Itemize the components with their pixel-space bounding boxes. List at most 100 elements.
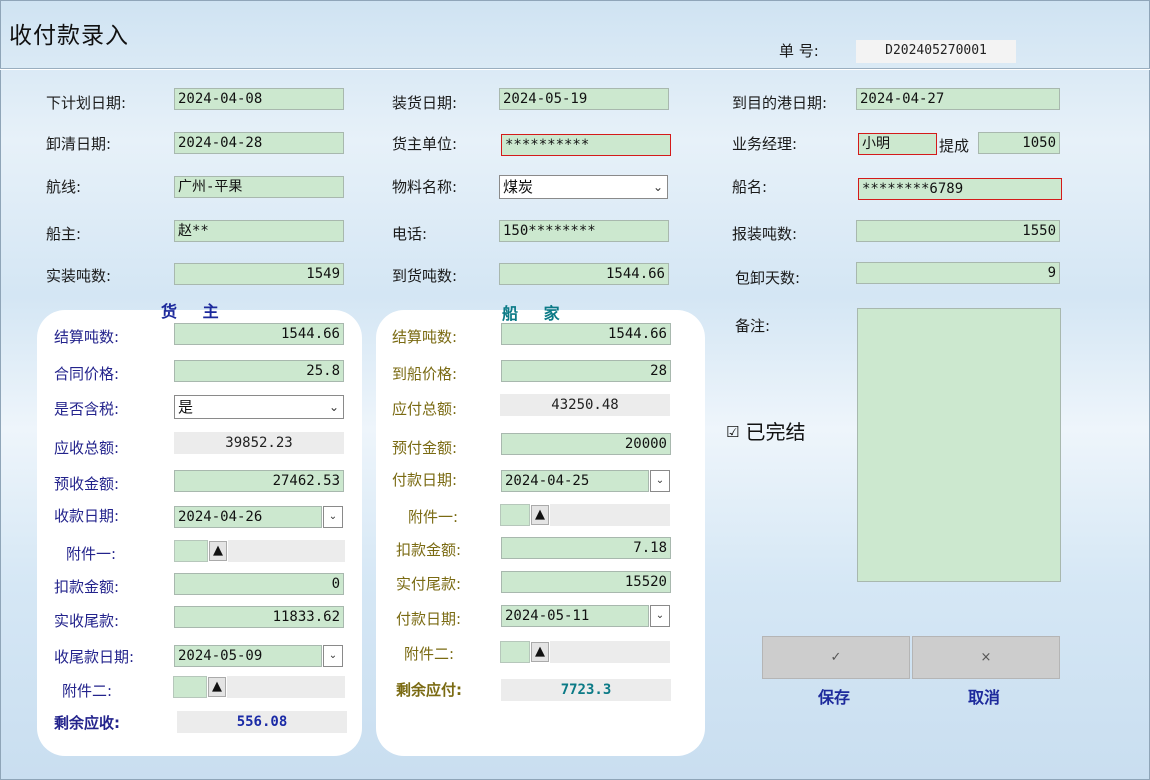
- ship-attachment1: ▲: [500, 504, 670, 526]
- ship-deduct-label: 扣款金额:: [396, 541, 462, 559]
- attachment-path: [550, 504, 670, 526]
- ship-remain-value: 7723.3: [501, 679, 671, 701]
- shipper-field[interactable]: **********: [501, 134, 671, 156]
- actual-tons-field[interactable]: 1549: [174, 263, 344, 285]
- arrived-tons-field[interactable]: 1544.66: [499, 263, 669, 285]
- cargo-prepaid-label: 预收金额:: [54, 475, 120, 493]
- cargo-prepaid-field[interactable]: 27462.53: [174, 470, 344, 492]
- ship-price-field[interactable]: 28: [501, 360, 671, 382]
- attachment-thumbnail[interactable]: [500, 504, 530, 526]
- ship-balance-field[interactable]: 15520: [501, 571, 671, 593]
- cancel-button-label[interactable]: 取消: [968, 684, 1000, 708]
- cargo-total-label: 应收总额:: [54, 439, 120, 457]
- ship-prepaid-label: 预付金额:: [392, 439, 458, 457]
- manager-field[interactable]: 小明: [858, 133, 937, 155]
- plan-date-label: 下计划日期:: [46, 94, 127, 112]
- completed-checkbox[interactable]: ☑ 已完结: [726, 416, 805, 445]
- upload-arrow-icon[interactable]: ▲: [208, 677, 226, 697]
- material-value: 煤炭: [503, 178, 534, 196]
- commission-label: 提成: [939, 137, 970, 155]
- attachment-thumbnail[interactable]: [500, 641, 530, 663]
- arrive-date-label: 到目的港日期:: [732, 94, 828, 112]
- declared-tons-label: 报装吨数:: [732, 225, 798, 243]
- cargo-balance-date-field[interactable]: 2024-05-09: [174, 645, 322, 667]
- cancel-button[interactable]: ×: [912, 636, 1060, 679]
- attachment-path: [228, 540, 345, 562]
- notes-label: 备注:: [735, 317, 771, 335]
- plan-date-field[interactable]: 2024-04-08: [174, 88, 344, 110]
- arrive-date-field[interactable]: 2024-04-27: [856, 88, 1060, 110]
- days-field[interactable]: 9: [856, 262, 1060, 284]
- close-icon: ×: [980, 650, 992, 665]
- declared-tons-field[interactable]: 1550: [856, 220, 1060, 242]
- cargo-remain-label: 剩余应收:: [54, 714, 120, 732]
- attachment-path: [550, 641, 670, 663]
- upload-arrow-icon[interactable]: ▲: [531, 642, 549, 662]
- cargo-balance-label: 实收尾款:: [54, 612, 120, 630]
- ship-att1-label: 附件一:: [408, 508, 459, 526]
- header-divider: [0, 68, 1150, 70]
- cargo-settle-tons-field[interactable]: 1544.66: [174, 323, 344, 345]
- calendar-dropdown-icon[interactable]: ⌄: [323, 506, 343, 528]
- phone-label: 电话:: [392, 225, 428, 243]
- route-field[interactable]: 广州-平果: [174, 176, 344, 198]
- ship-balance-label: 实付尾款:: [396, 575, 462, 593]
- ship-att2-label: 附件二:: [404, 645, 455, 663]
- chevron-down-icon: ⌄: [328, 400, 339, 414]
- upload-arrow-icon[interactable]: ▲: [209, 541, 227, 561]
- ship-owner-title: 船 家: [502, 304, 570, 323]
- check-icon: ✓: [830, 650, 842, 665]
- completed-label: 已完结: [745, 420, 806, 444]
- ship-pay-date-field[interactable]: 2024-04-25: [501, 470, 649, 492]
- checkbox-checked-icon: ☑: [726, 423, 740, 441]
- cargo-price-field[interactable]: 25.8: [174, 360, 344, 382]
- ship-prepaid-field[interactable]: 20000: [501, 433, 671, 455]
- order-no-label: 单 号:: [779, 42, 819, 60]
- attachment-thumbnail[interactable]: [173, 676, 207, 698]
- owner-field[interactable]: 赵**: [174, 220, 344, 242]
- ship-name-field[interactable]: ********6789: [858, 178, 1062, 200]
- cargo-deduct-field[interactable]: 0: [174, 573, 344, 595]
- calendar-dropdown-icon[interactable]: ⌄: [650, 470, 670, 492]
- chevron-down-icon: ⌄: [652, 180, 663, 194]
- calendar-dropdown-icon[interactable]: ⌄: [323, 645, 343, 667]
- cargo-total-value: 39852.23: [174, 432, 344, 454]
- unload-date-field[interactable]: 2024-04-28: [174, 132, 344, 154]
- notes-textarea[interactable]: [857, 308, 1061, 582]
- cargo-attachment1: ▲: [174, 540, 345, 562]
- owner-label: 船主:: [46, 225, 82, 243]
- cargo-balance-date-label: 收尾款日期:: [54, 648, 135, 666]
- upload-arrow-icon[interactable]: ▲: [531, 505, 549, 525]
- cargo-price-label: 合同价格:: [54, 365, 120, 383]
- calendar-dropdown-icon[interactable]: ⌄: [650, 605, 670, 627]
- commission-field[interactable]: 1050: [978, 132, 1060, 154]
- phone-field[interactable]: 150********: [499, 220, 669, 242]
- material-select[interactable]: 煤炭 ⌄: [499, 175, 668, 199]
- cargo-remain-value: 556.08: [177, 711, 347, 733]
- ship-settle-tons-field[interactable]: 1544.66: [501, 323, 671, 345]
- unload-date-label: 卸清日期:: [46, 135, 112, 153]
- ship-pay-date-label: 付款日期:: [392, 471, 458, 489]
- ship-settle-tons-label: 结算吨数:: [392, 328, 458, 346]
- cargo-receive-date-label: 收款日期:: [54, 507, 120, 525]
- cargo-owner-title: 货 主: [161, 302, 229, 321]
- cargo-deduct-label: 扣款金额:: [54, 578, 120, 596]
- material-label: 物料名称:: [392, 178, 458, 196]
- cargo-attachment2: ▲: [173, 676, 345, 698]
- cargo-tax-label: 是否含税:: [54, 400, 120, 418]
- load-date-field[interactable]: 2024-05-19: [499, 88, 669, 110]
- save-button[interactable]: ✓: [762, 636, 910, 679]
- cargo-receive-date-field[interactable]: 2024-04-26: [174, 506, 322, 528]
- cargo-att2-label: 附件二:: [62, 682, 113, 700]
- days-label: 包卸天数:: [735, 269, 801, 287]
- ship-pay-date2-field[interactable]: 2024-05-11: [501, 605, 649, 627]
- attachment-path: [227, 676, 345, 698]
- cargo-tax-select[interactable]: 是 ⌄: [174, 395, 344, 419]
- route-label: 航线:: [46, 178, 82, 196]
- attachment-thumbnail[interactable]: [174, 540, 208, 562]
- cargo-balance-field[interactable]: 11833.62: [174, 606, 344, 628]
- order-no-field: D202405270001: [856, 40, 1016, 63]
- ship-deduct-field[interactable]: 7.18: [501, 537, 671, 559]
- save-button-label[interactable]: 保存: [818, 684, 850, 708]
- ship-remain-label: 剩余应付:: [396, 681, 462, 699]
